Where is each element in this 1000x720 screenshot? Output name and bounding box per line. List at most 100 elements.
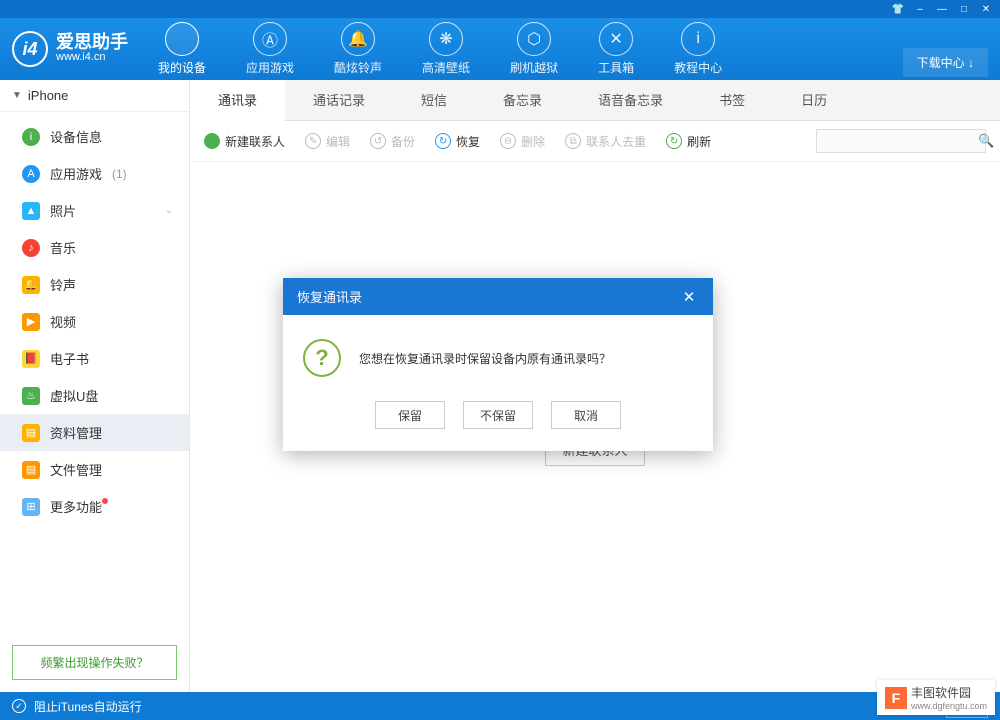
dialog-close-button[interactable]: ✕ bbox=[679, 288, 699, 306]
action-icon: ⊖ bbox=[500, 133, 516, 149]
dialog-header: 恢复通讯录 ✕ bbox=[283, 278, 713, 315]
nav-item-1[interactable]: Ⓐ 应用游戏 bbox=[246, 22, 294, 76]
sidebar-item-4[interactable]: 🔔 铃声 bbox=[0, 266, 189, 303]
toolbar-action-2: ↺备份 bbox=[370, 133, 415, 150]
nav-item-6[interactable]: i教程中心 bbox=[674, 22, 722, 76]
info-icon: i bbox=[22, 128, 40, 146]
sidebar-item-3[interactable]: ♪音乐 bbox=[0, 229, 189, 266]
toolbar-action-0[interactable]: +新建联系人 bbox=[204, 133, 285, 150]
toolbar-action-6[interactable]: ↻刷新 bbox=[666, 133, 711, 150]
nav-item-2[interactable]: 🔔酷炫铃声 bbox=[334, 22, 382, 76]
close-button[interactable]: ✕ bbox=[976, 2, 996, 16]
video-icon: ▶ bbox=[22, 313, 40, 331]
sidebar-item-1[interactable]: A 应用游戏 (1) bbox=[0, 155, 189, 192]
sidebar-list: i设备信息 A 应用游戏 (1) ▲照片⌄♪音乐 🔔 铃声 ▶ 视频 📕 电子书 ♨虚拟U盘 ▤ 资料管理… bbox=[0, 112, 189, 637]
action-label: 联系人去重 bbox=[586, 133, 646, 150]
nav-item-5[interactable]: ✕工具箱 bbox=[598, 22, 634, 76]
nav-icon: i bbox=[681, 22, 715, 56]
tab-5[interactable]: 书签 bbox=[691, 80, 773, 120]
itunes-toggle[interactable]: 阻止iTunes自动运行 bbox=[34, 698, 142, 715]
dialog-message: 您想在恢复通讯录时保留设备内原有通讯录吗？ bbox=[359, 350, 611, 367]
sidebar-item-9[interactable]: ▤文件管理 bbox=[0, 451, 189, 488]
toolbar-action-4: ⊖删除 bbox=[500, 133, 545, 150]
ring-icon: 🔔 bbox=[22, 276, 40, 294]
toolbar-action-1: ✎编辑 bbox=[305, 133, 350, 150]
watermark: F 丰图软件园 www.dgfengtu.com bbox=[877, 680, 995, 715]
cancel-button[interactable]: 取消 bbox=[551, 401, 621, 429]
nav-icon: Ⓐ bbox=[253, 22, 287, 56]
nav-label: 我的设备 bbox=[158, 59, 206, 76]
action-icon: ↺ bbox=[370, 133, 386, 149]
sidebar-item-label: 视频 bbox=[50, 312, 76, 331]
check-icon: ✓ bbox=[12, 699, 26, 713]
sidebar-item-label: 电子书 bbox=[50, 349, 89, 368]
search-icon: 🔍 bbox=[978, 133, 994, 149]
tab-0[interactable]: 通讯录 bbox=[190, 80, 285, 121]
usb-icon: ♨ bbox=[22, 387, 40, 405]
nav-item-4[interactable]: ⬡刷机越狱 bbox=[510, 22, 558, 76]
book-icon: 📕 bbox=[22, 350, 40, 368]
data-icon: ▤ bbox=[22, 424, 40, 442]
sidebar-item-0[interactable]: i设备信息 bbox=[0, 118, 189, 155]
brand-url: www.i4.cn bbox=[56, 51, 128, 64]
sidebar-item-label: 应用游戏 bbox=[50, 164, 102, 183]
keep-button[interactable]: 保留 bbox=[375, 401, 445, 429]
tab-1[interactable]: 通话记录 bbox=[285, 80, 393, 120]
minimize-button[interactable]: — bbox=[932, 2, 952, 16]
nav-label: 应用游戏 bbox=[246, 59, 294, 76]
tshirt-icon[interactable]: 👕 bbox=[888, 2, 908, 16]
search-input[interactable] bbox=[823, 134, 978, 148]
sidebar-item-7[interactable]: ♨虚拟U盘 bbox=[0, 377, 189, 414]
count-badge: (1) bbox=[112, 167, 127, 181]
status-bar: ✓ 阻止iTunes自动运行 V7.71 检查 bbox=[0, 692, 1000, 720]
help-link[interactable]: 频繁出现操作失败？ bbox=[12, 645, 177, 680]
music-icon: ♪ bbox=[22, 239, 40, 257]
chevron-down-icon: ⌄ bbox=[165, 205, 173, 216]
titlebar: 👕 – — □ ✕ bbox=[0, 0, 1000, 18]
sidebar-item-label: 铃声 bbox=[50, 275, 76, 294]
nav-item-0[interactable]: 我的设备 bbox=[158, 22, 206, 76]
toolbar: +新建联系人✎编辑↺备份↻恢复⊖删除⧉联系人去重↻刷新🔍 bbox=[190, 121, 1000, 162]
sidebar-item-6[interactable]: 📕 电子书 bbox=[0, 340, 189, 377]
action-label: 刷新 bbox=[687, 133, 711, 150]
action-label: 编辑 bbox=[326, 133, 350, 150]
app-header: i4 爱思助手 www.i4.cn 我的设备Ⓐ应用游戏🔔酷炫铃声❋高清壁纸⬡刷机… bbox=[0, 18, 1000, 80]
nav-icon: ❋ bbox=[429, 22, 463, 56]
no-keep-button[interactable]: 不保留 bbox=[463, 401, 533, 429]
action-icon: ↻ bbox=[435, 133, 451, 149]
tab-3[interactable]: 备忘录 bbox=[475, 80, 570, 120]
watermark-name: 丰图软件园 bbox=[911, 686, 971, 700]
sidebar: ▼ iPhone i设备信息 A 应用游戏 (1) ▲照片⌄♪音乐 🔔 铃声 ▶ 视频 📕 电子书 ♨… bbox=[0, 80, 190, 692]
dialog-title: 恢复通讯录 bbox=[297, 287, 362, 306]
brand-name: 爱思助手 bbox=[56, 33, 128, 51]
sidebar-item-8[interactable]: ▤ 资料管理 bbox=[0, 414, 189, 451]
tab-6[interactable]: 日历 bbox=[773, 80, 855, 120]
watermark-logo-icon: F bbox=[885, 687, 907, 709]
action-label: 新建联系人 bbox=[225, 133, 285, 150]
sidebar-item-5[interactable]: ▶ 视频 bbox=[0, 303, 189, 340]
download-center-button[interactable]: 下载中心 ↓ bbox=[903, 48, 988, 77]
search-box[interactable]: 🔍 bbox=[816, 129, 986, 153]
maximize-button[interactable]: □ bbox=[954, 2, 974, 16]
toolbar-action-3[interactable]: ↻恢复 bbox=[435, 133, 480, 150]
chevron-down-icon: ▼ bbox=[12, 90, 22, 101]
dash-button[interactable]: – bbox=[910, 2, 930, 16]
nav-label: 酷炫铃声 bbox=[334, 59, 382, 76]
nav-item-3[interactable]: ❋高清壁纸 bbox=[422, 22, 470, 76]
sidebar-item-label: 更多功能 bbox=[50, 497, 102, 516]
restore-dialog: 恢复通讯录 ✕ ? 您想在恢复通讯录时保留设备内原有通讯录吗？ 保留 不保留 取… bbox=[283, 278, 713, 451]
sidebar-item-label: 资料管理 bbox=[50, 423, 102, 442]
toolbar-action-5: ⧉联系人去重 bbox=[565, 133, 646, 150]
sidebar-item-label: 文件管理 bbox=[50, 460, 102, 479]
more-icon: ⊞ bbox=[22, 498, 40, 516]
app-icon: A bbox=[22, 165, 40, 183]
question-icon: ? bbox=[303, 339, 341, 377]
sidebar-item-2[interactable]: ▲照片⌄ bbox=[0, 192, 189, 229]
tab-2[interactable]: 短信 bbox=[393, 80, 475, 120]
nav-icon: ⬡ bbox=[517, 22, 551, 56]
tab-4[interactable]: 语音备忘录 bbox=[570, 80, 691, 120]
main-nav: 我的设备 Ⓐ 应用游戏 🔔酷炫铃声 ❋高清壁纸 ⬡刷机越狱 ✕工具箱 i教程中心 bbox=[158, 22, 988, 76]
device-selector[interactable]: ▼ iPhone bbox=[0, 80, 189, 112]
sidebar-item-10[interactable]: ⊞ 更多功能 bbox=[0, 488, 189, 525]
nav-icon: ✕ bbox=[599, 22, 633, 56]
